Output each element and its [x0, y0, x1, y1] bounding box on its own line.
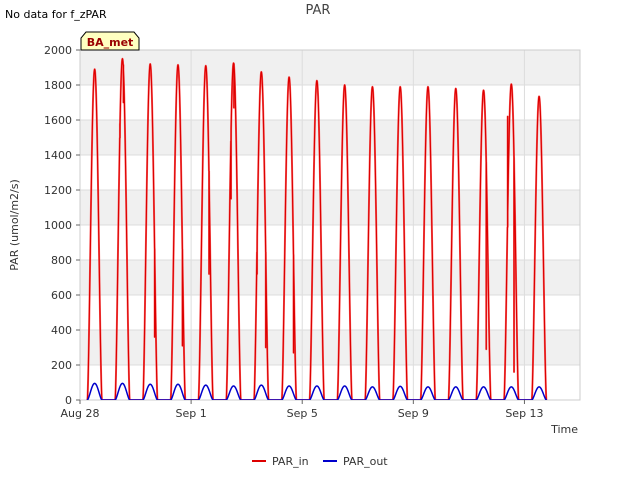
- y-axis-ticks: 0 200 400 600 800 1000 1200 1400 1600 1800 2000: [44, 44, 80, 407]
- y-axis-label: PAR (umol/m2/s): [8, 179, 21, 271]
- no-data-notice: No data for f_zPAR: [5, 8, 107, 21]
- plot-band: [80, 50, 580, 85]
- x-tick-label: Sep 9: [398, 407, 429, 420]
- x-tick-label: Sep 1: [175, 407, 206, 420]
- chart-title: PAR: [306, 3, 331, 18]
- site-badge: BA_met: [80, 31, 140, 51]
- x-axis-label: Time: [550, 423, 578, 436]
- plot-band: [80, 120, 580, 155]
- y-tick-label: 2000: [44, 44, 72, 57]
- x-axis-ticks: Aug 28 Sep 1 Sep 5 Sep 9 Sep 13: [61, 400, 544, 420]
- y-tick-label: 1000: [44, 219, 72, 232]
- x-tick-label: Sep 5: [287, 407, 318, 420]
- y-tick-label: 0: [65, 394, 72, 407]
- y-tick-label: 400: [51, 324, 72, 337]
- y-tick-label: 200: [51, 359, 72, 372]
- y-tick-label: 1800: [44, 79, 72, 92]
- y-tick-label: 1400: [44, 149, 72, 162]
- series-par-out-line: [86, 382, 548, 400]
- y-tick-label: 1200: [44, 184, 72, 197]
- legend: PAR_in PAR_out: [252, 455, 388, 468]
- legend-label-par-in: PAR_in: [272, 455, 309, 468]
- par-chart: 0 200 400 600 800 1000 1200 1400 1600 1800 2000 Au…: [5, 3, 581, 468]
- legend-label-par-out: PAR_out: [343, 455, 388, 468]
- badge-label: BA_met: [87, 36, 134, 49]
- y-tick-label: 1600: [44, 114, 72, 127]
- x-tick-label: Aug 28: [61, 407, 100, 420]
- y-tick-label: 600: [51, 289, 72, 302]
- x-tick-label: Sep 13: [505, 407, 543, 420]
- y-tick-label: 800: [51, 254, 72, 267]
